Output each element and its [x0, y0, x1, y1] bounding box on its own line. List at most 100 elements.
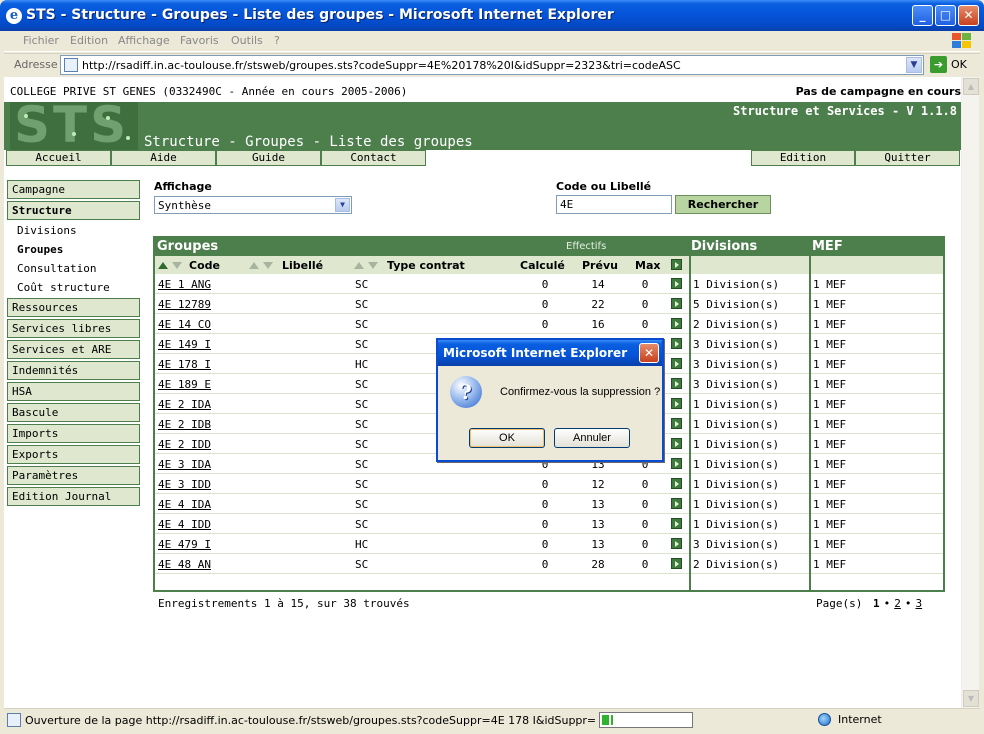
menu-edition[interactable]: Edition: [70, 34, 108, 47]
sidebar-item-exports[interactable]: Exports: [7, 445, 140, 464]
cancel-button[interactable]: Annuler: [554, 428, 630, 448]
group-code-link[interactable]: 4E 4 IDA: [158, 498, 211, 511]
scroll-up-icon[interactable]: ▲: [963, 78, 979, 95]
sidebar-sub-cout-structure[interactable]: Coût structure: [17, 281, 110, 294]
app-version: Structure et Services - V 1.1.8: [733, 104, 957, 118]
sidebar-item-indemnites[interactable]: Indemnités: [7, 361, 140, 380]
contract-type: SC: [355, 378, 369, 391]
minimize-button[interactable]: _: [912, 5, 933, 26]
sidebar-item-imports[interactable]: Imports: [7, 424, 140, 443]
sidebar-item-edition-journal[interactable]: Edition Journal: [7, 487, 140, 506]
edit-arrow-icon[interactable]: [671, 398, 682, 409]
address-url[interactable]: http://rsadiff.in.ac-toulouse.fr/stsweb/…: [82, 59, 681, 72]
group-code-link[interactable]: 4E 14 CO: [158, 318, 211, 331]
sort-desc-icon[interactable]: [263, 262, 273, 269]
sidebar-item-bascule[interactable]: Bascule: [7, 403, 140, 422]
sidebar-item-parametres[interactable]: Paramètres: [7, 466, 140, 485]
group-code-link[interactable]: 4E 178 I: [158, 358, 211, 371]
sidebar-item-hsa[interactable]: HSA: [7, 382, 140, 401]
edit-arrow-icon[interactable]: [671, 538, 682, 549]
table-row: 4E 479 I HC 0 13 0 3 Division(s) 1 MEF: [155, 534, 943, 554]
group-code-link[interactable]: 4E 1 ANG: [158, 278, 211, 291]
group-code-link[interactable]: 4E 149 I: [158, 338, 211, 351]
sidebar-item-campagne[interactable]: Campagne: [7, 180, 140, 199]
mef-count: 1 MEF: [813, 518, 847, 531]
group-code-link[interactable]: 4E 3 IDA: [158, 458, 211, 471]
edit-arrow-icon[interactable]: [671, 358, 682, 369]
scroll-down-icon[interactable]: ▼: [963, 690, 979, 707]
address-input[interactable]: http://rsadiff.in.ac-toulouse.fr/stsweb/…: [60, 55, 924, 75]
nav-guide[interactable]: Guide: [216, 150, 321, 166]
sort-asc-icon[interactable]: [249, 262, 259, 269]
effectif-prevu: 13: [591, 518, 605, 531]
sort-asc-icon[interactable]: [354, 262, 364, 269]
effectif-max: 0: [641, 518, 649, 531]
sidebar-item-structure[interactable]: Structure: [7, 201, 140, 220]
sidebar-item-services-libres[interactable]: Services libres: [7, 319, 140, 338]
nav-contact[interactable]: Contact: [321, 150, 426, 166]
table-row: 4E 4 IDD SC 0 13 0 1 Division(s) 1 MEF: [155, 514, 943, 534]
close-window-button[interactable]: ✕: [958, 5, 979, 26]
group-code-link[interactable]: 4E 2 IDD: [158, 438, 211, 451]
menu-favoris[interactable]: Favoris: [180, 34, 219, 47]
group-code-link[interactable]: 4E 189 E: [158, 378, 211, 391]
nav-quitter[interactable]: Quitter: [855, 150, 960, 166]
menu-fichier[interactable]: Fichier: [23, 34, 59, 47]
effectif-prevu: 22: [591, 298, 605, 311]
edit-arrow-icon[interactable]: [671, 378, 682, 389]
edit-arrow-icon[interactable]: [671, 259, 682, 270]
edit-arrow-icon[interactable]: [671, 438, 682, 449]
sidebar-sub-groupes[interactable]: Groupes: [17, 243, 63, 256]
ok-button[interactable]: OK: [469, 428, 545, 448]
edit-arrow-icon[interactable]: [671, 338, 682, 349]
menu-help[interactable]: ?: [274, 34, 280, 47]
search-button[interactable]: Rechercher: [675, 195, 771, 214]
edit-arrow-icon[interactable]: [671, 318, 682, 329]
nav-edition[interactable]: Edition: [751, 150, 855, 166]
window-titlebar[interactable]: e STS - Structure - Groupes - Liste des …: [0, 0, 984, 31]
sort-asc-icon[interactable]: [158, 262, 168, 269]
group-code-link[interactable]: 4E 4 IDD: [158, 518, 211, 531]
sidebar-sub-consultation[interactable]: Consultation: [17, 262, 96, 275]
mef-count: 1 MEF: [813, 558, 847, 571]
vertical-scrollbar[interactable]: ▲ ▼: [961, 77, 979, 708]
go-button[interactable]: ➔ OK: [930, 56, 974, 74]
edit-arrow-icon[interactable]: [671, 558, 682, 569]
dialog-close-button[interactable]: ✕: [639, 343, 659, 363]
group-code-link[interactable]: 4E 2 IDA: [158, 398, 211, 411]
nav-accueil[interactable]: Accueil: [6, 150, 111, 166]
dialog-message: Confirmez-vous la suppression ?: [500, 386, 661, 398]
chevron-down-icon[interactable]: ▼: [335, 198, 350, 212]
edit-arrow-icon[interactable]: [671, 298, 682, 309]
pagination: Page(s) 1 • 2 • 3: [816, 597, 926, 610]
header-mef: MEF: [812, 239, 843, 254]
group-code-link[interactable]: 4E 12789: [158, 298, 211, 311]
sidebar-item-services-are[interactable]: Services et ARE: [7, 340, 140, 359]
display-select[interactable]: Synthèse ▼: [154, 196, 352, 214]
nav-aide[interactable]: Aide: [111, 150, 216, 166]
sort-desc-icon[interactable]: [368, 262, 378, 269]
page-3-link[interactable]: 3: [915, 597, 922, 610]
menu-affichage[interactable]: Affichage: [118, 34, 170, 47]
group-code-link[interactable]: 4E 3 IDD: [158, 478, 211, 491]
maximize-button[interactable]: □: [935, 5, 956, 26]
effectif-calcule: 0: [541, 558, 549, 571]
edit-arrow-icon[interactable]: [671, 458, 682, 469]
group-code-link[interactable]: 4E 2 IDB: [158, 418, 211, 431]
group-code-link[interactable]: 4E 48 AN: [158, 558, 211, 571]
edit-arrow-icon[interactable]: [671, 278, 682, 289]
edit-arrow-icon[interactable]: [671, 478, 682, 489]
edit-arrow-icon[interactable]: [671, 518, 682, 529]
edit-arrow-icon[interactable]: [671, 498, 682, 509]
group-code-link[interactable]: 4E 479 I: [158, 538, 211, 551]
search-input[interactable]: 4E: [556, 195, 672, 214]
edit-arrow-icon[interactable]: [671, 418, 682, 429]
sidebar-item-ressources[interactable]: Ressources: [7, 298, 140, 317]
divisions-count: 1 Division(s): [693, 418, 780, 431]
menu-outils[interactable]: Outils: [231, 34, 263, 47]
page-2-link[interactable]: 2: [894, 597, 901, 610]
sidebar-sub-divisions[interactable]: Divisions: [17, 224, 77, 237]
effectif-prevu: 16: [591, 318, 605, 331]
chevron-down-icon[interactable]: ▼: [906, 57, 922, 73]
sort-desc-icon[interactable]: [172, 262, 182, 269]
